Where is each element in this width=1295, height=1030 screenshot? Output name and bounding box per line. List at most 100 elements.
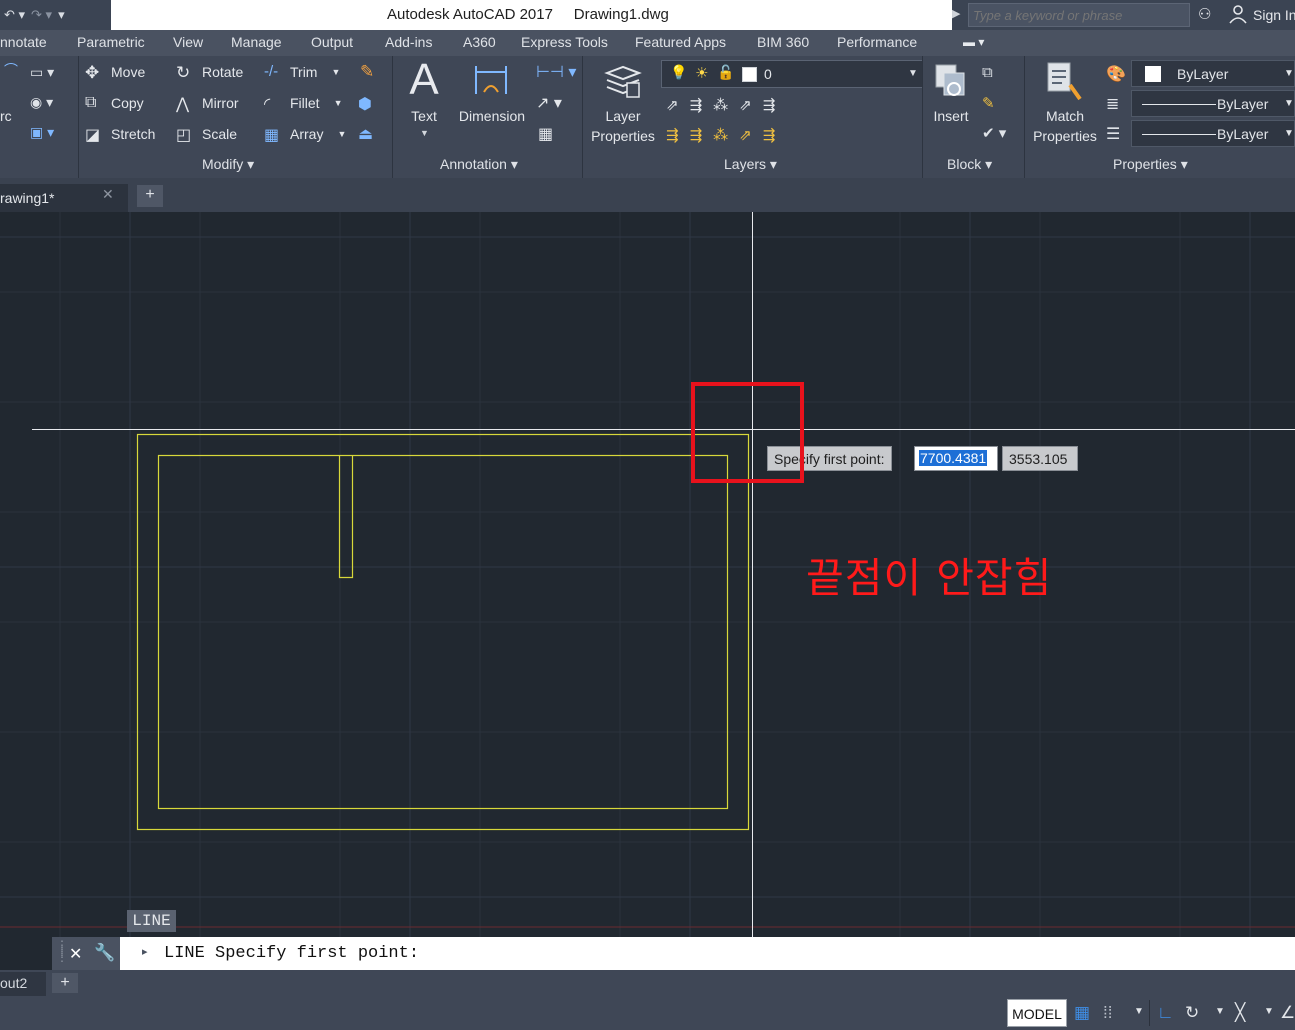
layer-lock-icon[interactable]: 🔓 [717, 64, 734, 81]
new-layout-button[interactable]: + [52, 973, 78, 993]
layout-tab[interactable]: out2 [0, 972, 46, 996]
hatch-icon[interactable]: ◉ ▾ [30, 94, 53, 111]
snap-icon[interactable]: ⁞⁞ [1103, 1003, 1112, 1023]
lineweight-dropdown-arrow-icon[interactable]: ▼ [1284, 128, 1294, 139]
undo-icon[interactable]: ↶ ▾ [4, 7, 25, 23]
linear-dim-icon[interactable]: ⊢⊣ ▾ [536, 62, 576, 82]
layers-panel-title[interactable]: Layers ▾ [724, 156, 777, 173]
layer-properties-label[interactable]: Layer Properties [586, 106, 660, 146]
outer-rectangle[interactable] [136, 433, 750, 831]
modify-panel-title[interactable]: Modify ▾ [202, 156, 254, 173]
layer-tools-row-1[interactable]: ⇗⇶⁂⇗⇶ [666, 96, 786, 114]
text-icon[interactable]: A [405, 58, 443, 102]
dynamic-input-x-field[interactable]: 7700.4381 [914, 446, 998, 471]
text-dropdown-icon[interactable]: ▼ [420, 128, 429, 138]
binoculars-icon[interactable]: ⚇ [1198, 5, 1211, 23]
object-snap-tracking-icon[interactable]: ∠ [1280, 1003, 1295, 1023]
insert-button-label[interactable]: Insert [926, 106, 976, 126]
recent-commands-icon[interactable]: ▸ [142, 945, 148, 958]
rotate-button[interactable]: ↻ Rotate [176, 63, 243, 82]
draw-arc-label[interactable]: rc [0, 108, 12, 124]
ribbon-options-icon[interactable]: ▬ ▾ [963, 35, 984, 49]
move-button[interactable]: ✥ Move [85, 63, 145, 82]
array-button[interactable]: ▦ Array ▼ [264, 125, 346, 144]
table-icon[interactable]: ▦ [538, 124, 553, 144]
copy-button[interactable]: ⧉ Copy [85, 94, 144, 112]
drawing-canvas[interactable] [0, 212, 1295, 937]
mirror-button[interactable]: ⋀ Mirror [176, 94, 239, 113]
snap-dropdown-icon[interactable]: ▼ [1134, 1006, 1144, 1017]
tab-performance[interactable]: Performance [837, 34, 917, 50]
trim-dropdown-icon[interactable]: ▼ [331, 67, 340, 77]
partition-wall[interactable] [338, 455, 354, 579]
close-icon[interactable]: ✕ [69, 944, 82, 964]
close-icon[interactable]: ✕ [102, 186, 114, 203]
match-properties-icon[interactable] [1044, 61, 1086, 103]
layer-tools-row-2[interactable]: ⇶⇶⁂⇗⇶ [666, 126, 786, 144]
search-input[interactable] [968, 3, 1190, 27]
insert-block-icon[interactable] [930, 61, 970, 101]
ortho-icon[interactable]: ∟ [1157, 1003, 1174, 1023]
tab-express-tools[interactable]: Express Tools [521, 34, 608, 50]
customize-qat-icon[interactable]: ▾ [58, 7, 65, 23]
tab-add-ins[interactable]: Add-ins [385, 34, 432, 50]
fillet-button[interactable]: ◜ Fillet ▼ [264, 94, 343, 113]
inner-rectangle[interactable] [157, 454, 729, 810]
scale-button[interactable]: ◰ Scale [176, 125, 237, 144]
search-expand-icon[interactable]: ▶ [952, 7, 966, 23]
sign-in-link[interactable]: Sign In [1253, 7, 1295, 23]
fillet-dropdown-icon[interactable]: ▼ [334, 98, 343, 108]
linetype-dropdown-arrow-icon[interactable]: ▼ [1284, 98, 1294, 109]
edit-block-icon[interactable]: ✎ [982, 94, 995, 112]
stretch-button[interactable]: ◪ Stretch [85, 125, 155, 144]
dimension-button-label[interactable]: Dimension [455, 106, 529, 126]
tab-a360[interactable]: A360 [463, 34, 496, 50]
layer-dropdown[interactable]: 💡 ☀ 🔓 0 ▼ [661, 60, 923, 88]
dimension-icon[interactable] [472, 62, 510, 98]
rectangle-icon[interactable]: ▭ ▾ [30, 64, 54, 81]
model-space-button[interactable]: MODEL [1007, 999, 1067, 1027]
isodraft-dropdown-icon[interactable]: ▼ [1264, 1006, 1274, 1017]
redo-icon[interactable]: ↷ ▾ [31, 7, 52, 23]
polar-tracking-icon[interactable]: ↻ [1185, 1003, 1199, 1023]
layer-properties-icon[interactable] [603, 61, 643, 101]
layer-dropdown-arrow-icon[interactable]: ▼ [908, 68, 918, 79]
layer-on-icon[interactable]: 💡 [670, 64, 687, 81]
color-dropdown[interactable]: ByLayer ▼ [1131, 60, 1295, 87]
create-block-icon[interactable]: ⧉ [982, 64, 993, 81]
color-wheel-icon[interactable]: 🎨 [1106, 64, 1126, 84]
properties-panel-title[interactable]: Properties ▾ [1113, 156, 1188, 173]
polar-dropdown-icon[interactable]: ▼ [1215, 1006, 1225, 1017]
tab-bim-360[interactable]: BIM 360 [757, 34, 809, 50]
drawing-viewport[interactable] [0, 212, 1295, 937]
text-button-label[interactable]: Text [404, 106, 444, 126]
leader-icon[interactable]: ↗ ▾ [536, 93, 562, 113]
lineweight-dropdown[interactable]: ByLayer ▼ [1131, 120, 1295, 147]
tab-parametric[interactable]: Parametric [77, 34, 145, 50]
new-tab-button[interactable]: + [137, 185, 163, 207]
tab-output[interactable]: Output [311, 34, 353, 50]
color-dropdown-arrow-icon[interactable]: ▼ [1284, 68, 1294, 79]
isodraft-icon[interactable]: ╳ [1235, 1003, 1245, 1023]
erase-icon[interactable]: ✎ [360, 62, 374, 82]
match-properties-label[interactable]: Match Properties [1028, 106, 1102, 146]
grid-icon[interactable]: ▦ [1074, 1003, 1090, 1023]
tab-featured-apps[interactable]: Featured Apps [635, 34, 726, 50]
tab-manage[interactable]: Manage [231, 34, 282, 50]
tab-view[interactable]: View [173, 34, 203, 50]
grip-icon[interactable]: ⋮ ⋮ ⋮ [56, 939, 68, 963]
user-icon[interactable] [1228, 4, 1248, 24]
linetype-dropdown[interactable]: ByLayer ▼ [1131, 90, 1295, 117]
annotation-panel-title[interactable]: Annotation ▾ [440, 156, 518, 173]
layer-freeze-icon[interactable]: ☀ [695, 64, 708, 82]
tab-annotate[interactable]: nnotate [0, 34, 47, 50]
linetype-icon[interactable]: ≣ [1106, 94, 1119, 114]
arc-icon[interactable]: ⌒ [4, 60, 18, 80]
region-icon[interactable]: ▣ ▾ [30, 124, 54, 141]
block-attribute-icon[interactable]: ✔ ▾ [982, 124, 1006, 142]
block-panel-title[interactable]: Block ▾ [947, 156, 992, 173]
lineweight-icon[interactable]: ☰ [1106, 124, 1120, 144]
dynamic-input-y-field[interactable]: 3553.105 [1002, 446, 1078, 471]
trim-button[interactable]: -/- Trim ▼ [264, 63, 340, 81]
array-dropdown-icon[interactable]: ▼ [337, 129, 346, 139]
